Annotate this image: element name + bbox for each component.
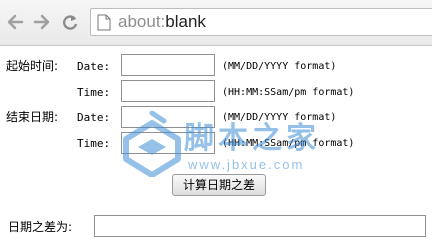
watermark-url: www.jbxue.com <box>188 157 305 172</box>
start-date-label: Date: <box>77 60 111 73</box>
reload-icon[interactable] <box>61 12 79 32</box>
result-input[interactable] <box>94 215 426 237</box>
url-path: blank <box>165 12 206 31</box>
start-time-input[interactable] <box>121 80 215 102</box>
page-icon <box>97 14 111 31</box>
calculate-difference-button[interactable]: 计算日期之差 <box>172 174 266 196</box>
start-time-label: Time: <box>77 86 111 99</box>
url-scheme: about: <box>118 12 166 31</box>
start-date-hint: (MM/DD/YYYY format) <box>222 61 337 72</box>
result-label: 日期之差为: <box>8 220 73 234</box>
end-section-label: 结束日期: <box>6 110 59 124</box>
address-bar[interactable]: about:blank <box>90 8 432 36</box>
forward-arrow-icon[interactable] <box>33 12 51 32</box>
start-section-label: 起始时间: <box>6 59 59 73</box>
end-date-hint: (MM/DD/YYYY format) <box>222 112 337 123</box>
end-time-hint: (HH:MM:SSam/pm format) <box>222 138 355 149</box>
end-date-label: Date: <box>77 111 111 124</box>
end-date-input[interactable] <box>121 106 215 128</box>
start-date-input[interactable] <box>121 54 215 76</box>
page-content: 起始时间: Date: (MM/DD/YYYY format) Time: (H… <box>0 46 432 245</box>
end-time-label: Time: <box>77 137 111 150</box>
back-arrow-icon[interactable] <box>6 12 24 32</box>
browser-toolbar: about:blank <box>0 0 432 46</box>
start-time-hint: (HH:MM:SSam/pm format) <box>222 87 355 98</box>
url-text: about:blank <box>118 11 206 33</box>
end-time-input[interactable] <box>121 132 215 154</box>
